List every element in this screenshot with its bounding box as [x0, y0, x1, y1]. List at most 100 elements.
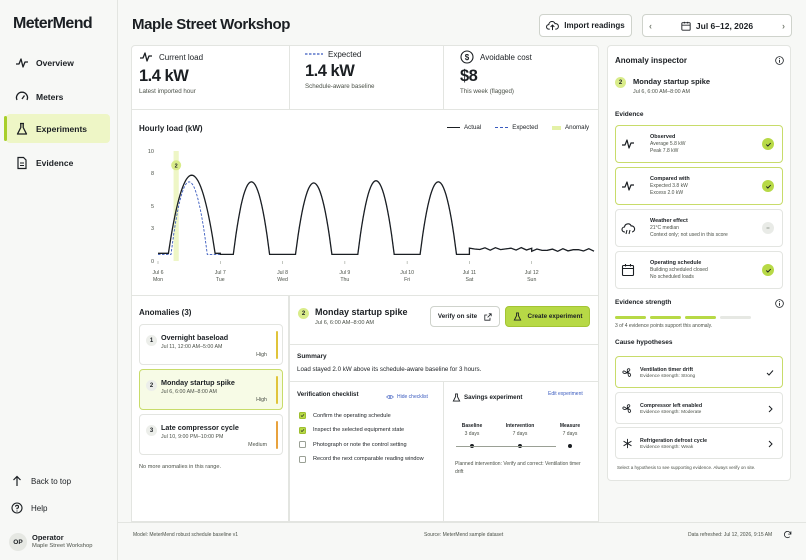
evidence-title: Operating schedule: [650, 260, 702, 266]
evidence-line: Excess 2.0 kW: [650, 190, 684, 196]
checklist-item[interactable]: Confirm the operating schedule: [299, 412, 391, 419]
hypotheses-title: Cause hypotheses: [615, 339, 673, 346]
sidebar-item-experiments[interactable]: Experiments: [4, 114, 110, 143]
evidence-title: Observed: [650, 134, 676, 140]
kpi-sub: Latest imported hour: [139, 88, 196, 95]
hide-checklist-link[interactable]: Hide checklist: [386, 394, 428, 400]
edit-experiment-link[interactable]: Edit experiment: [548, 391, 583, 397]
sidebar-item-overview[interactable]: Overview: [6, 48, 110, 77]
anomaly-list-item[interactable]: 2 Monday startup spike Jul 6, 6:00 AM–8:00…: [139, 369, 283, 410]
checklist-item[interactable]: Photograph or note the control setting: [299, 441, 407, 448]
evidence-card[interactable]: Operating schedule Building scheduled clo…: [615, 251, 783, 289]
y-tick-label: 8: [151, 171, 154, 177]
pulse-icon: [622, 181, 634, 191]
date-range-picker[interactable]: ‹ Jul 6–12, 2026 ›: [642, 14, 792, 37]
hypothesis-card[interactable]: Ventilation timer drift Evidence strength…: [615, 356, 783, 388]
hypothesis-card[interactable]: Refrigeration defrost cycle Evidence stre…: [615, 427, 783, 459]
checklist-item[interactable]: Inspect the selected equipment state: [299, 426, 404, 434]
hypothesis-card[interactable]: Compressor left enabled Evidence strength…: [615, 392, 783, 424]
severity-bar: [276, 331, 278, 359]
anomaly-marker-label: 2: [175, 163, 178, 169]
pulse-icon: [16, 57, 28, 68]
page-title: Maple Street Workshop: [132, 16, 291, 33]
chevron-right-icon: [768, 405, 773, 413]
anomaly-severity: Medium: [248, 442, 267, 448]
kpi-label: Current load: [159, 53, 204, 62]
svg-text:$: $: [465, 53, 470, 62]
eye-icon: [386, 395, 394, 399]
anomaly-date: Jul 10, 9:00 PM–10:00 PM: [161, 434, 224, 440]
info-icon[interactable]: [775, 299, 784, 308]
gauge-icon: [15, 91, 29, 100]
sidebar-item-meters[interactable]: Meters: [6, 82, 110, 111]
x-tick-date: Jul 9: [339, 270, 350, 276]
strength-segment: [650, 316, 681, 319]
chevron-left-icon[interactable]: ‹: [649, 21, 652, 31]
verify-on-site-button[interactable]: Verify on site: [430, 306, 500, 327]
sidebar-item-label: Meters: [36, 91, 64, 102]
avatar[interactable]: OP: [9, 533, 27, 551]
legend-actual-label: Actual: [464, 124, 482, 131]
checkbox[interactable]: [299, 455, 306, 463]
severity-bar: [276, 376, 278, 404]
pulse-icon: [622, 139, 634, 149]
kpi-label: Expected: [328, 50, 362, 59]
hypothesis-strength: Evidence strength: Moderate: [640, 410, 702, 415]
help-label: Help: [31, 503, 48, 513]
footer-refreshed: Data refreshed: Jul 12, 2026, 9:15 AM: [688, 532, 773, 538]
help-link[interactable]: Help: [11, 502, 47, 514]
flask-icon: [513, 312, 521, 321]
planned-intervention: Planned intervention: Verify and correct…: [455, 461, 581, 475]
hourly-load-chart[interactable]: 0 3 5 8 10 Jul 6Mon Jul 7Tue Jul 8Wed Jul 9Thu Ju…: [131, 140, 599, 290]
check-circle-icon: [762, 180, 774, 192]
anomaly-date: Jul 6, 6:00 AM–8:00 AM: [161, 389, 217, 395]
app-logo[interactable]: MeterMend: [13, 15, 93, 33]
strength-segment: [615, 316, 646, 319]
expected-series-line: [158, 180, 595, 255]
import-readings-button[interactable]: Import readings: [539, 14, 632, 37]
checkbox[interactable]: [299, 441, 306, 448]
anomaly-date: Jul 11, 12:00 AM–5:00 AM: [161, 344, 223, 350]
anomaly-number: 1: [146, 335, 157, 346]
x-tick-day: Thu: [340, 277, 349, 283]
hypothesis-title: Refrigeration defrost cycle: [640, 438, 708, 444]
legend-anomaly-swatch: [552, 125, 562, 130]
kpi-value: $8: [460, 67, 478, 85]
check-circle-icon: [762, 264, 774, 276]
checklist-item[interactable]: Record the next comparable reading windo…: [299, 455, 424, 463]
info-icon[interactable]: [775, 56, 784, 65]
anomaly-list-item[interactable]: 3 Late compressor cycle Jul 10, 9:00 PM–10…: [139, 414, 283, 455]
snowflake-icon: [623, 438, 632, 449]
evidence-card[interactable]: Compared with Expected 3.8 kW Excess 2.0 k…: [615, 167, 783, 205]
inspector-anomaly-name: Monday startup spike: [633, 77, 711, 86]
sidebar-item-evidence[interactable]: Evidence: [6, 148, 110, 177]
kpi-value: 1.4 kW: [305, 62, 355, 80]
fan-icon: [622, 368, 632, 377]
back-to-top-link[interactable]: Back to top: [11, 475, 71, 487]
document-icon: [17, 156, 27, 169]
sidebar-item-label: Evidence: [36, 157, 74, 168]
checklist-label: Record the next comparable reading windo…: [313, 456, 424, 462]
kpi-sub: This week (flagged): [460, 88, 514, 95]
create-experiment-button[interactable]: Create experiment: [505, 306, 590, 327]
anomaly-number: 2: [146, 380, 157, 391]
anomalies-title: Anomalies (3): [139, 308, 192, 317]
neutral-status-icon: [762, 222, 774, 234]
evidence-card[interactable]: Weather effect 21°C median Context only; n…: [615, 209, 783, 247]
detail-date: Jul 6, 6:00 AM–8:00 AM: [315, 320, 375, 326]
evidence-line: Peak 7.8 kW: [650, 148, 679, 154]
refresh-icon[interactable]: [783, 530, 792, 539]
external-link-icon: [484, 312, 492, 321]
fan-icon: [622, 404, 632, 413]
savings-title: Savings experiment: [464, 394, 523, 401]
import-readings-label: Import readings: [564, 21, 625, 30]
footer-model: Model: MeterMend robust schedule baselin…: [133, 532, 239, 538]
anomaly-list-item[interactable]: 1 Overnight baseload Jul 11, 12:00 AM–5:00…: [139, 324, 283, 365]
chevron-right-icon[interactable]: ›: [782, 21, 785, 31]
evidence-card[interactable]: Observed Average 5.8 kW Peak 7.8 kW: [615, 125, 783, 163]
create-experiment-label: Create experiment: [527, 313, 583, 320]
kpi-value: 1.4 kW: [139, 67, 189, 85]
checkbox[interactable]: [299, 412, 306, 419]
x-tick-day: Sat: [466, 277, 474, 283]
checkbox[interactable]: [299, 426, 306, 434]
